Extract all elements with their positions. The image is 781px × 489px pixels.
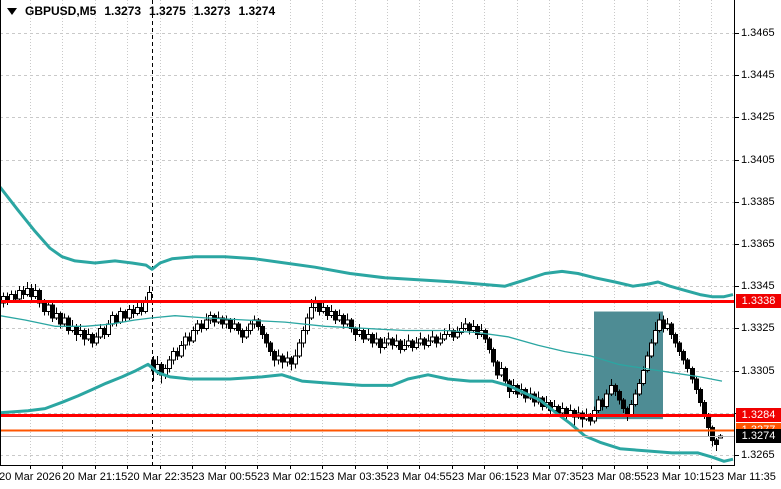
time-axis-label: 20 Mar 2026 xyxy=(0,471,61,483)
quote-bar: GBPUSD,M5 1.3273 1.3275 1.3273 1.3274 xyxy=(7,4,275,18)
price-chart-canvas[interactable] xyxy=(0,0,781,489)
price-axis-label: 1.3385 xyxy=(741,195,775,208)
chart-window: GBPUSD,M5 1.3273 1.3275 1.3273 1.3274 1.… xyxy=(0,0,781,489)
quote-close: 1.3274 xyxy=(238,4,276,18)
price-axis-label: 1.3265 xyxy=(741,449,775,461)
price-axis-label: 1.3445 xyxy=(741,69,775,82)
price-axis-label: 1.3365 xyxy=(741,238,775,250)
time-axis-label: 23 Mar 00:55 xyxy=(192,471,258,483)
time-axis-label: 20 Mar 21:15 xyxy=(62,471,128,483)
price-line-badge-1.3338: 1.3338 xyxy=(736,293,781,308)
bollinger-upper-band xyxy=(0,186,734,299)
price-axis-label: 1.3325 xyxy=(741,322,775,335)
symbol-dropdown-icon[interactable] xyxy=(7,7,17,15)
time-axis-label: 23 Mar 06:15 xyxy=(451,471,517,483)
price-axis-label: 1.3465 xyxy=(741,27,775,39)
time-axis-label: 23 Mar 02:15 xyxy=(257,471,323,483)
price-axis-label: 1.3345 xyxy=(741,280,775,293)
time-axis-label: 23 Mar 07:35 xyxy=(516,471,582,483)
time-axis-label: 23 Mar 10:15 xyxy=(646,471,712,483)
quote-open: 1.3273 xyxy=(104,4,142,18)
price-axis-label: 1.3405 xyxy=(741,153,775,166)
quote-low: 1.3273 xyxy=(193,4,231,18)
time-axis-label: 23 Mar 11:35 xyxy=(711,471,776,483)
time-axis-label: 23 Mar 03:35 xyxy=(322,471,387,483)
price-axis-label: 1.3425 xyxy=(741,111,775,124)
price-line-badge-1.3274: 1.3274 xyxy=(736,429,781,443)
quote-high: 1.3275 xyxy=(149,4,186,18)
time-axis-label: 23 Mar 04:55 xyxy=(386,471,452,483)
price-axis-label: 1.3305 xyxy=(741,364,775,377)
symbol-period-label: GBPUSD,M5 xyxy=(25,4,97,18)
time-axis-label: 20 Mar 22:35 xyxy=(127,471,193,483)
time-axis-label: 23 Mar 08:55 xyxy=(581,471,647,483)
price-line-badge-1.3284: 1.3284 xyxy=(736,407,781,422)
